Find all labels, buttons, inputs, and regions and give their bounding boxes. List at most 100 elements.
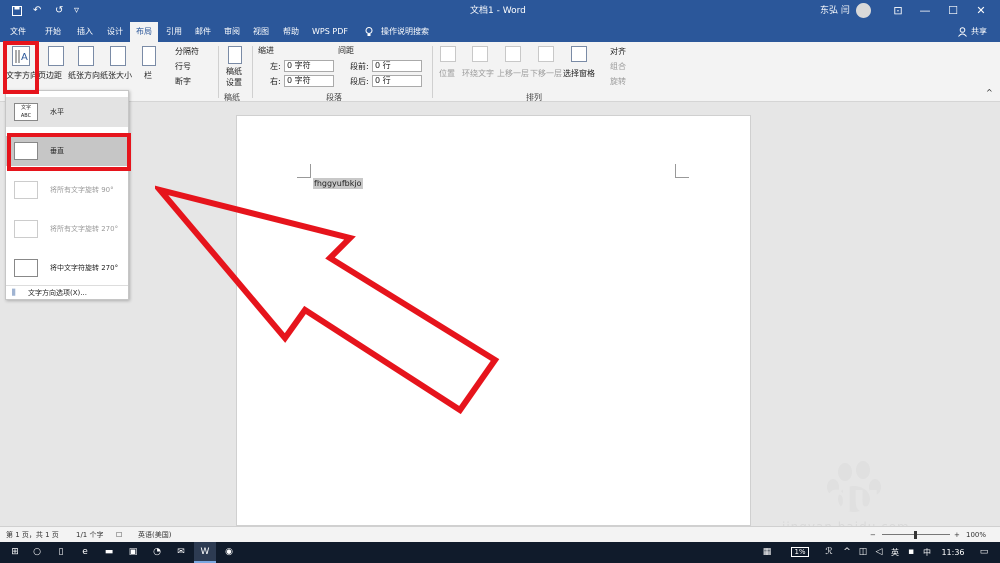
action-icon[interactable]: ▪ [904, 542, 918, 563]
tab-insert[interactable]: 插入 [70, 22, 100, 42]
ime-icon[interactable]: 英 [888, 542, 902, 563]
text-direction-options[interactable]: ⫼ 文字方向选项(X)... [6, 285, 128, 299]
file-explorer-icon[interactable]: ▬ [100, 542, 118, 563]
tab-references[interactable]: 引用 [160, 22, 188, 42]
margins-button[interactable]: 页边距 [38, 42, 68, 90]
minimize-button[interactable]: — [910, 0, 940, 22]
zoom-level[interactable]: 100% [966, 527, 986, 543]
zoom-slider-thumb[interactable] [914, 531, 917, 539]
zoom-out-button[interactable]: − [870, 527, 876, 543]
clock[interactable]: 11:36 [938, 542, 968, 563]
lightbulb-icon [362, 22, 376, 42]
status-bar: 第 1 页，共 1 页 1/1 个字 ☐ 英语(美国) − + 100% [0, 526, 1000, 542]
share-button[interactable]: 共享 [968, 22, 990, 42]
tab-home[interactable]: 开始 [38, 22, 68, 42]
tab-help[interactable]: 帮助 [277, 22, 305, 42]
draft-paper-button[interactable]: 稿纸 设置 [222, 42, 248, 90]
option-rotate-270[interactable]: 将所有文字旋转 270° [6, 214, 128, 244]
avatar[interactable] [856, 3, 871, 18]
volume-icon[interactable]: ◁ [872, 542, 886, 563]
windows-start-icon[interactable]: ⊞ [6, 542, 24, 563]
battery-indicator[interactable]: 1% [784, 542, 816, 563]
edge-icon[interactable]: e [76, 542, 94, 563]
people-icon[interactable]: ℛ [822, 542, 836, 563]
orientation-button[interactable]: 纸张方向 [68, 42, 100, 90]
proofing-icon[interactable]: ☐ [116, 527, 122, 543]
language-status[interactable]: 英语(美国) [138, 527, 171, 543]
browser-icon[interactable]: ◉ [220, 542, 238, 563]
group-button[interactable]: 组合 [610, 61, 626, 72]
tab-layout[interactable]: 布局 [130, 22, 158, 42]
search-icon[interactable]: ○ [28, 542, 46, 563]
option-rotate-cjk-270[interactable]: 将中文字符旋转 270° [6, 253, 128, 283]
position-button[interactable]: 位置 [436, 42, 460, 82]
draft-paper-icon [228, 46, 242, 64]
text-direction-dropdown: 文字 ABC 水平 垂直 将所有文字旋转 90° 将所有文字旋转 270° 将中文… [5, 90, 129, 300]
spacing-before-input[interactable]: 0 行 [372, 60, 422, 72]
option-rotate-90[interactable]: 将所有文字旋转 90° [6, 175, 128, 205]
user-name[interactable]: 东弘 闫 [820, 0, 850, 22]
indent-left-input[interactable]: 0 字符 [284, 60, 334, 72]
hyphenation-button[interactable]: 断字 [163, 76, 211, 88]
rotate-90-icon [14, 181, 38, 199]
collapse-ribbon-icon[interactable]: ^ [986, 88, 993, 97]
mail-icon[interactable]: ✉ [172, 542, 190, 563]
tab-review[interactable]: 审阅 [218, 22, 246, 42]
option-horizontal[interactable]: 文字 ABC 水平 [6, 97, 128, 127]
notification-icon[interactable]: ▭ [976, 542, 992, 563]
title-bar: ↶ ↺ ▿ 文档1 - Word 东弘 闫 ⊡ — ☐ ✕ [0, 0, 1000, 22]
redo-icon[interactable]: ↺ [55, 0, 63, 22]
watermark-brand: Baidu [758, 476, 880, 520]
align-button[interactable]: 对齐 [610, 46, 626, 57]
share-person-icon [956, 22, 968, 42]
chevron-up-icon[interactable]: ^ [840, 542, 854, 563]
task-view-icon[interactable]: ▯ [52, 542, 70, 563]
size-button[interactable]: 纸张大小 [100, 42, 134, 90]
send-backward-button[interactable]: 下移一层 [530, 42, 562, 82]
columns-icon [142, 46, 156, 66]
network-icon[interactable]: ◫ [856, 542, 870, 563]
annotation-arrow [155, 185, 500, 415]
margin-corner-top-left [297, 164, 311, 178]
tab-design[interactable]: 设计 [100, 22, 130, 42]
columns-button[interactable]: 栏 [140, 42, 158, 90]
tab-view[interactable]: 视图 [247, 22, 275, 42]
close-button[interactable]: ✕ [966, 0, 996, 22]
tell-me-search[interactable]: 操作说明搜索 [378, 22, 432, 42]
ribbon-display-options-icon[interactable]: ⊡ [883, 0, 913, 22]
undo-icon[interactable]: ↶ [33, 0, 41, 22]
tab-wps-pdf[interactable]: WPS PDF [308, 22, 352, 42]
clock-app-icon[interactable]: ◔ [148, 542, 166, 563]
ime-mode[interactable]: 中 [920, 542, 934, 563]
save-icon[interactable] [12, 0, 22, 22]
indent-right-label: 右: [270, 77, 281, 86]
selection-pane-icon [571, 46, 587, 62]
word-count[interactable]: 1/1 个字 [76, 527, 104, 543]
indent-right-input[interactable]: 0 字符 [284, 75, 334, 87]
wrap-text-icon [472, 46, 488, 62]
rotate-cjk-270-icon [14, 259, 38, 277]
maximize-button[interactable]: ☐ [938, 0, 968, 22]
position-icon [440, 46, 456, 62]
store-icon[interactable]: ▣ [124, 542, 142, 563]
margins-icon [48, 46, 64, 66]
spacing-after-input[interactable]: 0 行 [372, 75, 422, 87]
line-numbers-button[interactable]: 行号 [163, 61, 211, 73]
page-count[interactable]: 第 1 页，共 1 页 [6, 527, 59, 543]
breaks-button[interactable]: 分隔符 [163, 46, 211, 58]
selection-pane-button[interactable]: 选择窗格 [563, 42, 597, 82]
keyboard-icon[interactable]: ▦ [760, 542, 774, 563]
windows-taskbar: ⊞ ○ ▯ e ▬ ▣ ◔ ✉ W ◉ ▦ 1% ℛ ^ ◫ ◁ 英 ▪ 中 1… [0, 542, 1000, 563]
tab-file[interactable]: 文件 [4, 22, 32, 42]
spacing-header: 间距 [338, 46, 354, 55]
word-taskbar-icon[interactable]: W [194, 542, 216, 563]
wrap-text-button[interactable]: 环绕文字 [462, 42, 496, 82]
highlight-vertical-option [7, 133, 131, 171]
zoom-in-button[interactable]: + [954, 527, 960, 543]
indent-header: 缩进 [258, 46, 274, 55]
customize-quick-access-icon[interactable]: ▿ [74, 0, 79, 22]
paper-size-icon [110, 46, 126, 66]
tab-mailings[interactable]: 邮件 [189, 22, 217, 42]
bring-forward-button[interactable]: 上移一层 [497, 42, 529, 82]
rotate-button[interactable]: 旋转 [610, 76, 626, 87]
